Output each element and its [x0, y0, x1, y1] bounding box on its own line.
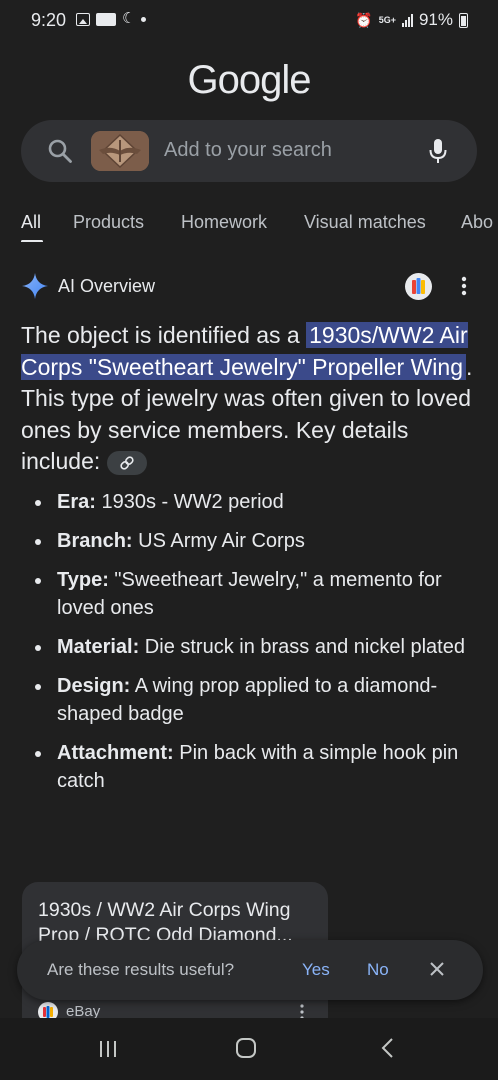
- feedback-yes-button[interactable]: Yes: [302, 960, 330, 980]
- notification-icons: ☾: [76, 10, 147, 27]
- system-icons: ⏰ 5G+ 91%: [355, 10, 468, 30]
- more-notifications-dot-icon: [141, 16, 147, 22]
- back-icon[interactable]: [380, 1037, 394, 1059]
- link-icon: [120, 456, 134, 470]
- status-time: 9:20: [31, 10, 67, 30]
- summary-intro: The object is identified as a: [21, 322, 307, 348]
- tab-homework[interactable]: Homework: [181, 212, 267, 233]
- feedback-bar: Are these results useful? Yes No: [17, 940, 483, 1000]
- list-item: Branch: US Army Air Corps: [35, 527, 482, 555]
- ai-overview-title: AI Overview: [58, 276, 156, 296]
- list-item: Design: A wing prop applied to a diamond…: [35, 672, 482, 728]
- gallery-icon: [76, 12, 90, 26]
- tab-about[interactable]: Abo: [461, 212, 493, 233]
- active-tab-indicator: [21, 240, 43, 242]
- tab-products[interactable]: Products: [73, 212, 144, 233]
- ai-overview-badge-icon[interactable]: [405, 273, 432, 300]
- battery-percent: 91%: [418, 10, 453, 29]
- battery-icon: [459, 12, 468, 28]
- status-bar: 9:20 ☾ ⏰ 5G+ 91%: [0, 0, 498, 40]
- google-logo[interactable]: Google: [0, 58, 498, 103]
- details-list: Era: 1930s - WW2 period Branch: US Army …: [35, 488, 482, 806]
- search-input[interactable]: Add to your search: [164, 139, 332, 162]
- ebay-notification-icon: [96, 12, 116, 26]
- search-image-thumbnail[interactable]: [91, 131, 149, 171]
- ai-overview-header: AI Overview: [21, 272, 481, 302]
- more-options-icon[interactable]: [459, 274, 469, 298]
- alarm-icon: ⏰: [355, 11, 373, 28]
- feedback-no-button[interactable]: No: [367, 960, 389, 980]
- search-box[interactable]: Add to your search: [21, 120, 477, 182]
- search-icon[interactable]: [47, 138, 73, 164]
- system-navigation-bar: [0, 1018, 498, 1080]
- tab-all[interactable]: All: [21, 212, 41, 233]
- ai-overview-summary: The object is identified as a 1930s/WW2 …: [21, 320, 481, 478]
- feedback-question: Are these results useful?: [47, 960, 235, 979]
- search-tabs: All Products Homework Visual matches Abo: [0, 212, 498, 242]
- tab-visual-matches[interactable]: Visual matches: [304, 212, 426, 233]
- signal-icon: [401, 13, 413, 27]
- list-item: Attachment: Pin back with a simple hook …: [35, 739, 482, 795]
- moon-icon: ☾: [122, 10, 136, 27]
- recent-apps-icon[interactable]: [98, 1040, 118, 1058]
- close-icon[interactable]: [429, 961, 445, 977]
- list-item: Material: Die struck in brass and nickel…: [35, 633, 482, 661]
- wing-badge-thumbnail-icon: [91, 131, 149, 171]
- microphone-icon[interactable]: [427, 137, 449, 165]
- list-item: Era: 1930s - WW2 period: [35, 488, 482, 516]
- home-icon[interactable]: [236, 1038, 256, 1058]
- source-link-chip[interactable]: [106, 450, 147, 475]
- list-item: Type: "Sweetheart Jewelry," a memento fo…: [35, 566, 482, 622]
- network-type: 5G+: [378, 14, 396, 25]
- gemini-sparkle-icon: [22, 273, 48, 299]
